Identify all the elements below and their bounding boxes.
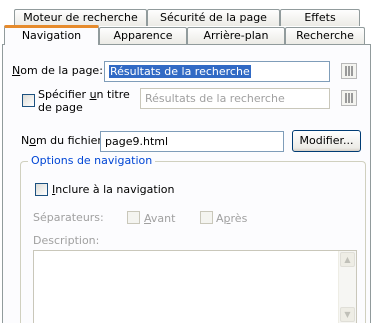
tab-navigation[interactable]: Navigation [4,25,99,45]
variable-icon [345,66,353,76]
specify-title-label: Spécifier un titre de page [38,88,130,114]
tab-search[interactable]: Recherche [285,27,365,44]
tab-effects[interactable]: Effets [280,9,360,26]
separators-label: Séparateurs: [33,211,104,224]
page-title-variable-button[interactable] [341,90,357,106]
page-name-label: Nom de la page: [12,64,103,77]
page-name-variable-button[interactable] [341,63,357,79]
navigation-options-title: Options de navigation [28,154,156,167]
file-name-input[interactable]: page9.html [100,131,284,152]
description-label: Description: [33,234,100,247]
include-navigation-checkbox[interactable] [35,183,48,196]
separator-after-label: Après [216,212,248,225]
separator-after-checkbox[interactable] [200,211,213,224]
description-scrollbar[interactable]: ▲ ▼ [338,251,356,323]
specify-title-checkbox[interactable] [22,94,35,107]
tab-background[interactable]: Arrière-plan [187,27,285,44]
separator-before-label: Avant [144,212,176,225]
description-textarea[interactable]: ▲ ▼ [33,250,357,323]
variable-icon [345,93,353,103]
file-name-label: Nom du fichier: [21,134,106,147]
scroll-down-icon[interactable]: ▼ [340,307,355,322]
tab-appearance[interactable]: Apparence [99,27,187,44]
tab-row-front: Navigation Apparence Arrière-plan Recher… [0,25,373,45]
separator-before-checkbox[interactable] [127,211,140,224]
page-name-input[interactable]: Résultats de la recherche [104,61,330,82]
page-title-input[interactable]: Résultats de la recherche [140,88,330,109]
tab-search-engine[interactable]: Moteur de recherche [14,9,147,26]
include-navigation-label: Inclure à la navigation [52,183,175,196]
modify-button[interactable]: Modifier... [292,130,361,152]
tab-page-security[interactable]: Sécurité de la page [147,9,280,26]
scroll-up-icon[interactable]: ▲ [340,252,355,267]
